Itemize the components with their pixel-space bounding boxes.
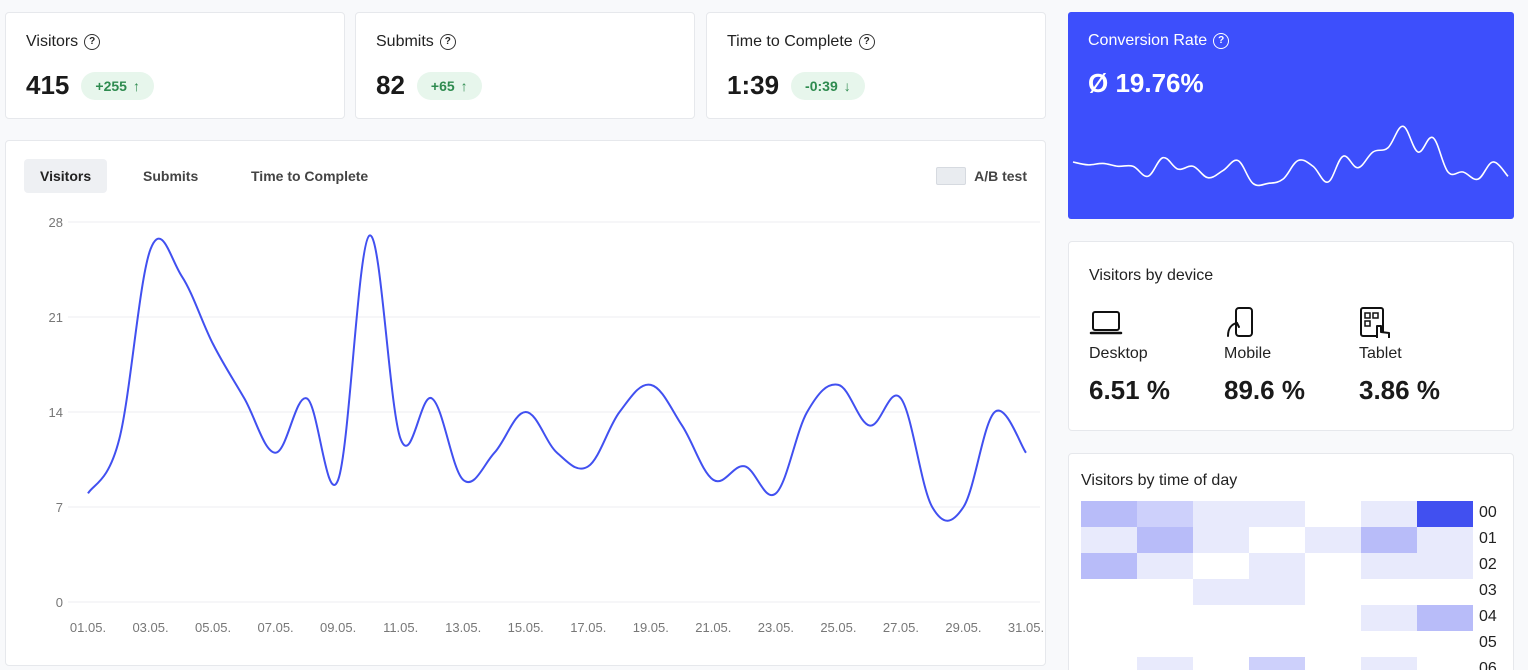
heatmap-cell bbox=[1417, 527, 1473, 553]
stat-title-label: Time to Complete bbox=[727, 33, 853, 50]
heatmap-cell bbox=[1361, 501, 1417, 527]
heatmap-title: Visitors by time of day bbox=[1081, 472, 1238, 489]
heatmap-cell bbox=[1137, 527, 1193, 553]
conversion-rate-card: Conversion Rate ? Ø 19.76% bbox=[1068, 12, 1514, 219]
stat-value: 1:39 bbox=[727, 70, 780, 100]
heatmap-cell bbox=[1137, 501, 1193, 527]
stat-card-time-to-complete: Time to Complete ? 1:39 -0:39 ↓ bbox=[706, 12, 1046, 119]
laptop-icon bbox=[1089, 311, 1123, 335]
arrow-up-icon: ↑ bbox=[132, 77, 140, 94]
help-icon[interactable]: ? bbox=[439, 34, 456, 50]
visitors-chart-card: Visitors Submits Time to Complete A/B te… bbox=[5, 140, 1046, 666]
heatmap-cell bbox=[1249, 553, 1305, 579]
visitors-line-chart: 0 7 14 21 28 01.05. 03.05. 05.05. 07.05. 09.05. 11… bbox=[49, 215, 1045, 635]
stat-title: Submits ? bbox=[376, 33, 456, 51]
stat-value: 82 bbox=[376, 70, 405, 100]
device-value: 3.86 % bbox=[1359, 375, 1440, 405]
visitors-by-device-card: Visitors by device Desktop 6.51 % Mobile… bbox=[1068, 241, 1514, 431]
delta-badge: +65 ↑ bbox=[416, 71, 482, 100]
delta-value: +255 bbox=[95, 77, 127, 94]
x-tick-label: 07.05. bbox=[258, 620, 294, 635]
y-tick-label: 0 bbox=[56, 595, 63, 610]
delta-badge: -0:39 ↓ bbox=[791, 71, 865, 100]
stat-card-submits: Submits ? 82 +65 ↑ bbox=[355, 12, 695, 119]
heatmap-cell bbox=[1137, 553, 1193, 579]
device-tablet: Tablet 3.86 % bbox=[1359, 306, 1440, 406]
stat-title: Time to Complete ? bbox=[727, 33, 875, 51]
hour-label: 06 bbox=[1479, 660, 1497, 670]
stat-title-label: Visitors bbox=[26, 33, 79, 50]
y-tick-label: 7 bbox=[56, 500, 63, 515]
x-tick-label: 01.05. bbox=[70, 620, 106, 635]
x-tick-label: 25.05. bbox=[820, 620, 856, 635]
hour-label: 03 bbox=[1479, 582, 1497, 599]
device-label: Tablet bbox=[1359, 345, 1402, 362]
y-tick-label: 21 bbox=[49, 310, 63, 325]
x-tick-label: 11.05. bbox=[383, 620, 418, 635]
hour-label: 01 bbox=[1479, 530, 1497, 547]
x-tick-label: 15.05. bbox=[508, 620, 544, 635]
series-line bbox=[87, 234, 1027, 522]
arrow-up-icon: ↑ bbox=[460, 77, 468, 94]
device-value: 89.6 % bbox=[1224, 375, 1305, 405]
stat-card-visitors: Visitors ? 415 +255 ↑ bbox=[5, 12, 345, 119]
device-card-title: Visitors by device bbox=[1089, 267, 1214, 284]
heatmap-cell bbox=[1361, 605, 1417, 631]
stat-value: 415 bbox=[26, 70, 70, 100]
arrow-down-icon: ↓ bbox=[843, 77, 851, 94]
heatmap-cell bbox=[1081, 553, 1137, 579]
x-tick-label: 27.05. bbox=[883, 620, 919, 635]
hour-label: 02 bbox=[1479, 556, 1497, 573]
y-tick-label: 28 bbox=[49, 215, 63, 230]
hour-label: 04 bbox=[1479, 608, 1497, 625]
heatmap-cell bbox=[1361, 527, 1417, 553]
heatmap-cell bbox=[1417, 605, 1473, 631]
heatmap-cell bbox=[1305, 527, 1361, 553]
stat-title: Visitors ? bbox=[26, 33, 101, 51]
x-tick-label: 09.05. bbox=[320, 620, 356, 635]
heatmap-cell bbox=[1417, 553, 1473, 579]
delta-value: -0:39 bbox=[805, 77, 838, 94]
heatmap-cell bbox=[1193, 527, 1249, 553]
heatmap-cell bbox=[1249, 579, 1305, 605]
stat-title-label: Submits bbox=[376, 33, 434, 50]
delta-badge: +255 ↑ bbox=[81, 71, 154, 100]
help-icon[interactable]: ? bbox=[858, 34, 875, 50]
device-desktop: Desktop 6.51 % bbox=[1089, 306, 1170, 406]
x-tick-label: 29.05. bbox=[945, 620, 981, 635]
heatmap-cell bbox=[1249, 657, 1305, 670]
conversion-sparkline bbox=[1072, 125, 1509, 187]
device-label: Desktop bbox=[1089, 345, 1148, 362]
device-value: 6.51 % bbox=[1089, 375, 1170, 405]
heatmap-cell bbox=[1417, 501, 1473, 527]
heatmap-cell bbox=[1193, 579, 1249, 605]
heatmap-cell bbox=[1193, 501, 1249, 527]
heatmap-cell bbox=[1249, 501, 1305, 527]
x-tick-label: 05.05. bbox=[195, 620, 231, 635]
x-tick-label: 03.05. bbox=[132, 620, 168, 635]
x-tick-label: 31.05. bbox=[1008, 620, 1044, 635]
tablet-icon bbox=[1360, 307, 1390, 338]
y-tick-label: 14 bbox=[49, 405, 63, 420]
heatmap-cell bbox=[1137, 657, 1193, 670]
delta-value: +65 bbox=[430, 77, 455, 94]
x-tick-label: 17.05. bbox=[570, 620, 606, 635]
device-mobile: Mobile 89.6 % bbox=[1224, 306, 1305, 406]
hour-label: 05 bbox=[1479, 634, 1497, 651]
heatmap-cell bbox=[1361, 553, 1417, 579]
visitors-by-time-card: Visitors by time of day 00 01 02 03 04 05 06 bbox=[1068, 453, 1514, 670]
x-tick-label: 21.05. bbox=[695, 620, 731, 635]
heatmap-cell bbox=[1081, 527, 1137, 553]
x-tick-label: 19.05. bbox=[633, 620, 669, 635]
x-tick-label: 23.05. bbox=[758, 620, 794, 635]
device-label: Mobile bbox=[1224, 345, 1272, 362]
mobile-icon bbox=[1227, 307, 1253, 337]
x-tick-label: 13.05. bbox=[445, 620, 481, 635]
sparkline-line bbox=[1072, 125, 1509, 187]
hour-label: 00 bbox=[1479, 504, 1497, 521]
heatmap-cell bbox=[1081, 501, 1137, 527]
help-icon[interactable]: ? bbox=[84, 34, 101, 50]
heatmap-cell bbox=[1361, 657, 1417, 670]
